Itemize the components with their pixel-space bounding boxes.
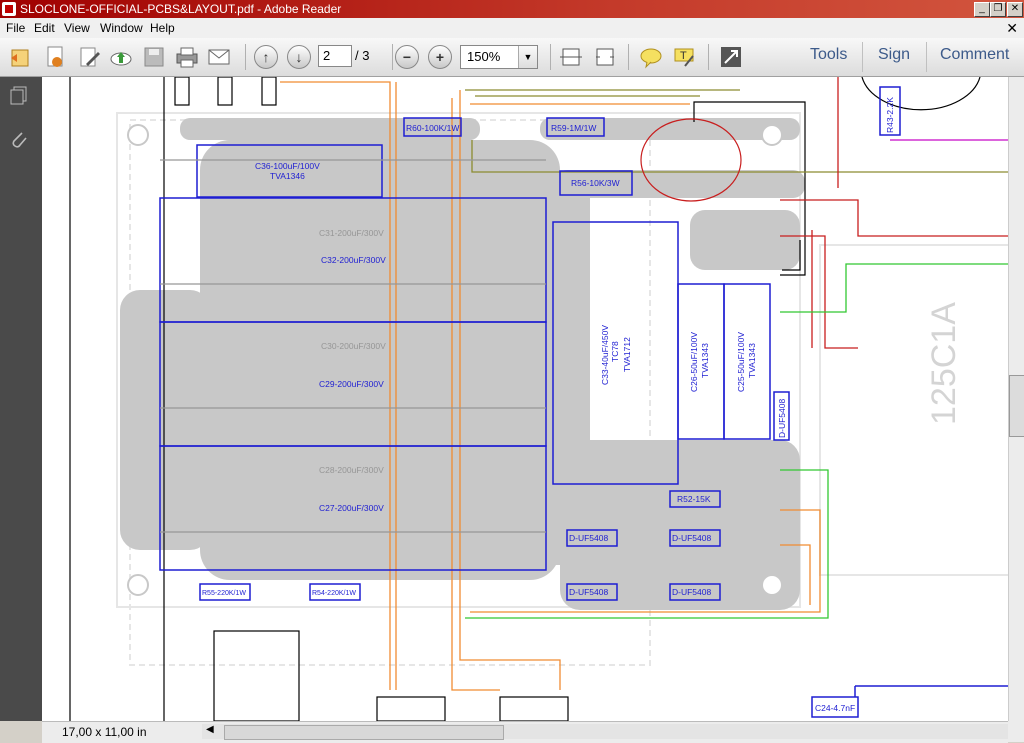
minimize-button[interactable]: _ [974, 2, 990, 17]
label-c25: C25-50uF/100V [736, 332, 746, 392]
print-icon[interactable] [174, 44, 200, 70]
label-c29: C29-200uF/300V [319, 379, 384, 389]
label-c31: C31-200uF/300V [319, 228, 384, 238]
label-c28: C28-200uF/300V [319, 465, 384, 475]
label-d-b: D-UF5408 [672, 533, 711, 543]
zoom-select[interactable]: 150% ▼ [460, 45, 538, 69]
toolbar-separator [862, 42, 863, 72]
menu-edit[interactable]: Edit [34, 21, 55, 35]
menu-window[interactable]: Window [100, 21, 143, 35]
label-c25-type: TVA1343 [747, 343, 757, 378]
previous-page-icon[interactable]: ↑ [254, 45, 278, 69]
edit-document-icon[interactable] [76, 44, 102, 70]
zoom-value: 150% [467, 49, 501, 64]
page-total: / 3 [355, 48, 370, 63]
label-r55: R55-220K/1W [202, 590, 246, 597]
menu-file[interactable]: File [6, 21, 25, 35]
page-thumbnails-icon[interactable] [8, 85, 30, 107]
label-c33-b: TC78 [610, 341, 620, 362]
next-page-icon[interactable]: ↓ [287, 45, 311, 69]
label-c27: C27-200uF/300V [319, 503, 384, 513]
attachments-icon[interactable] [8, 129, 30, 151]
label-c36-type: TVA1346 [270, 171, 305, 181]
fit-page-icon[interactable] [558, 44, 584, 70]
fit-width-icon[interactable] [592, 44, 618, 70]
menu-help[interactable]: Help [150, 21, 175, 35]
menu-view[interactable]: View [64, 21, 90, 35]
zoom-out-icon[interactable]: − [395, 45, 419, 69]
open-icon[interactable] [8, 44, 34, 70]
label-r60: R60-100K/1W [406, 123, 459, 133]
label-r59: R59-1M/1W [551, 123, 596, 133]
zoom-in-icon[interactable]: + [428, 45, 452, 69]
email-icon[interactable] [206, 44, 232, 70]
sign-pane-button[interactable]: Sign [878, 46, 910, 64]
title-bar: SLOCLONE-OFFICIAL-PCBS&LAYOUT.pdf - Adob… [0, 0, 1024, 18]
save-icon[interactable] [141, 44, 167, 70]
sticky-note-icon[interactable] [638, 44, 664, 70]
cloud-upload-icon[interactable] [108, 44, 134, 70]
label-r52: R52-15K [677, 494, 711, 504]
horizontal-scrollbar-thumb[interactable] [224, 725, 504, 740]
toolbar-separator [392, 44, 393, 70]
navigation-panel [0, 77, 42, 721]
page-number-input[interactable]: 2 [318, 45, 352, 67]
toolbar-separator [628, 44, 629, 70]
horizontal-scrollbar[interactable]: ◀ ▶ [202, 724, 1024, 740]
label-c26-type: TVA1343 [700, 343, 710, 378]
restore-button[interactable]: ❐ [990, 2, 1006, 17]
label-r43: R43-2.2K [885, 97, 895, 133]
status-bar: 17,00 x 11,00 in ◀ ▶ [42, 721, 1024, 743]
label-c33: C33-40uF/450V [600, 325, 610, 385]
tools-pane-button[interactable]: Tools [810, 46, 847, 64]
label-c24: C24-4.7nF [815, 703, 855, 713]
create-pdf-icon[interactable] [42, 44, 68, 70]
label-c30: C30-200uF/300V [321, 341, 386, 351]
document-viewport[interactable]: 125C1A C36-100uF/100V TVA1346 C31-200uF/… [42, 77, 1008, 721]
adobe-reader-icon [2, 2, 16, 16]
menu-bar: File Edit View Window Help ✕ [0, 18, 1024, 38]
label-d-c: D-UF5408 [569, 587, 608, 597]
tube-label: 125C1A [925, 302, 963, 425]
label-c32: C32-200uF/300V [321, 255, 386, 265]
window-title: SLOCLONE-OFFICIAL-PCBS&LAYOUT.pdf - Adob… [20, 2, 342, 16]
label-r56: R56-10K/3W [571, 178, 620, 188]
close-document-button[interactable]: ✕ [1006, 20, 1018, 37]
page-size-label: 17,00 x 11,00 in [62, 725, 147, 739]
toolbar-separator [926, 42, 927, 72]
toolbar-separator [708, 44, 709, 70]
close-window-button[interactable]: ✕ [1007, 2, 1023, 17]
label-d-d: D-UF5408 [672, 587, 711, 597]
label-d-right: D-UF5408 [777, 399, 787, 438]
comment-pane-button[interactable]: Comment [940, 46, 1009, 64]
full-screen-icon[interactable] [718, 44, 744, 70]
vertical-scrollbar-thumb[interactable] [1009, 375, 1024, 437]
toolbar-separator [550, 44, 551, 70]
pcb-layout-drawing: 125C1A C36-100uF/100V TVA1346 C31-200uF/… [69, 77, 1008, 721]
highlight-text-icon[interactable]: T [671, 44, 697, 70]
toolbar-separator [245, 44, 246, 70]
label-c36: C36-100uF/100V [255, 161, 320, 171]
scroll-corner [1008, 721, 1024, 742]
label-c26: C26-50uF/100V [689, 332, 699, 392]
label-d-a: D-UF5408 [569, 533, 608, 543]
svg-text:T: T [680, 50, 687, 62]
label-r54: R54-220K/1W [312, 590, 356, 597]
chevron-down-icon[interactable]: ▼ [518, 46, 537, 68]
label-c33-type: TVA1712 [622, 337, 632, 372]
scroll-left-icon[interactable]: ◀ [206, 724, 214, 735]
